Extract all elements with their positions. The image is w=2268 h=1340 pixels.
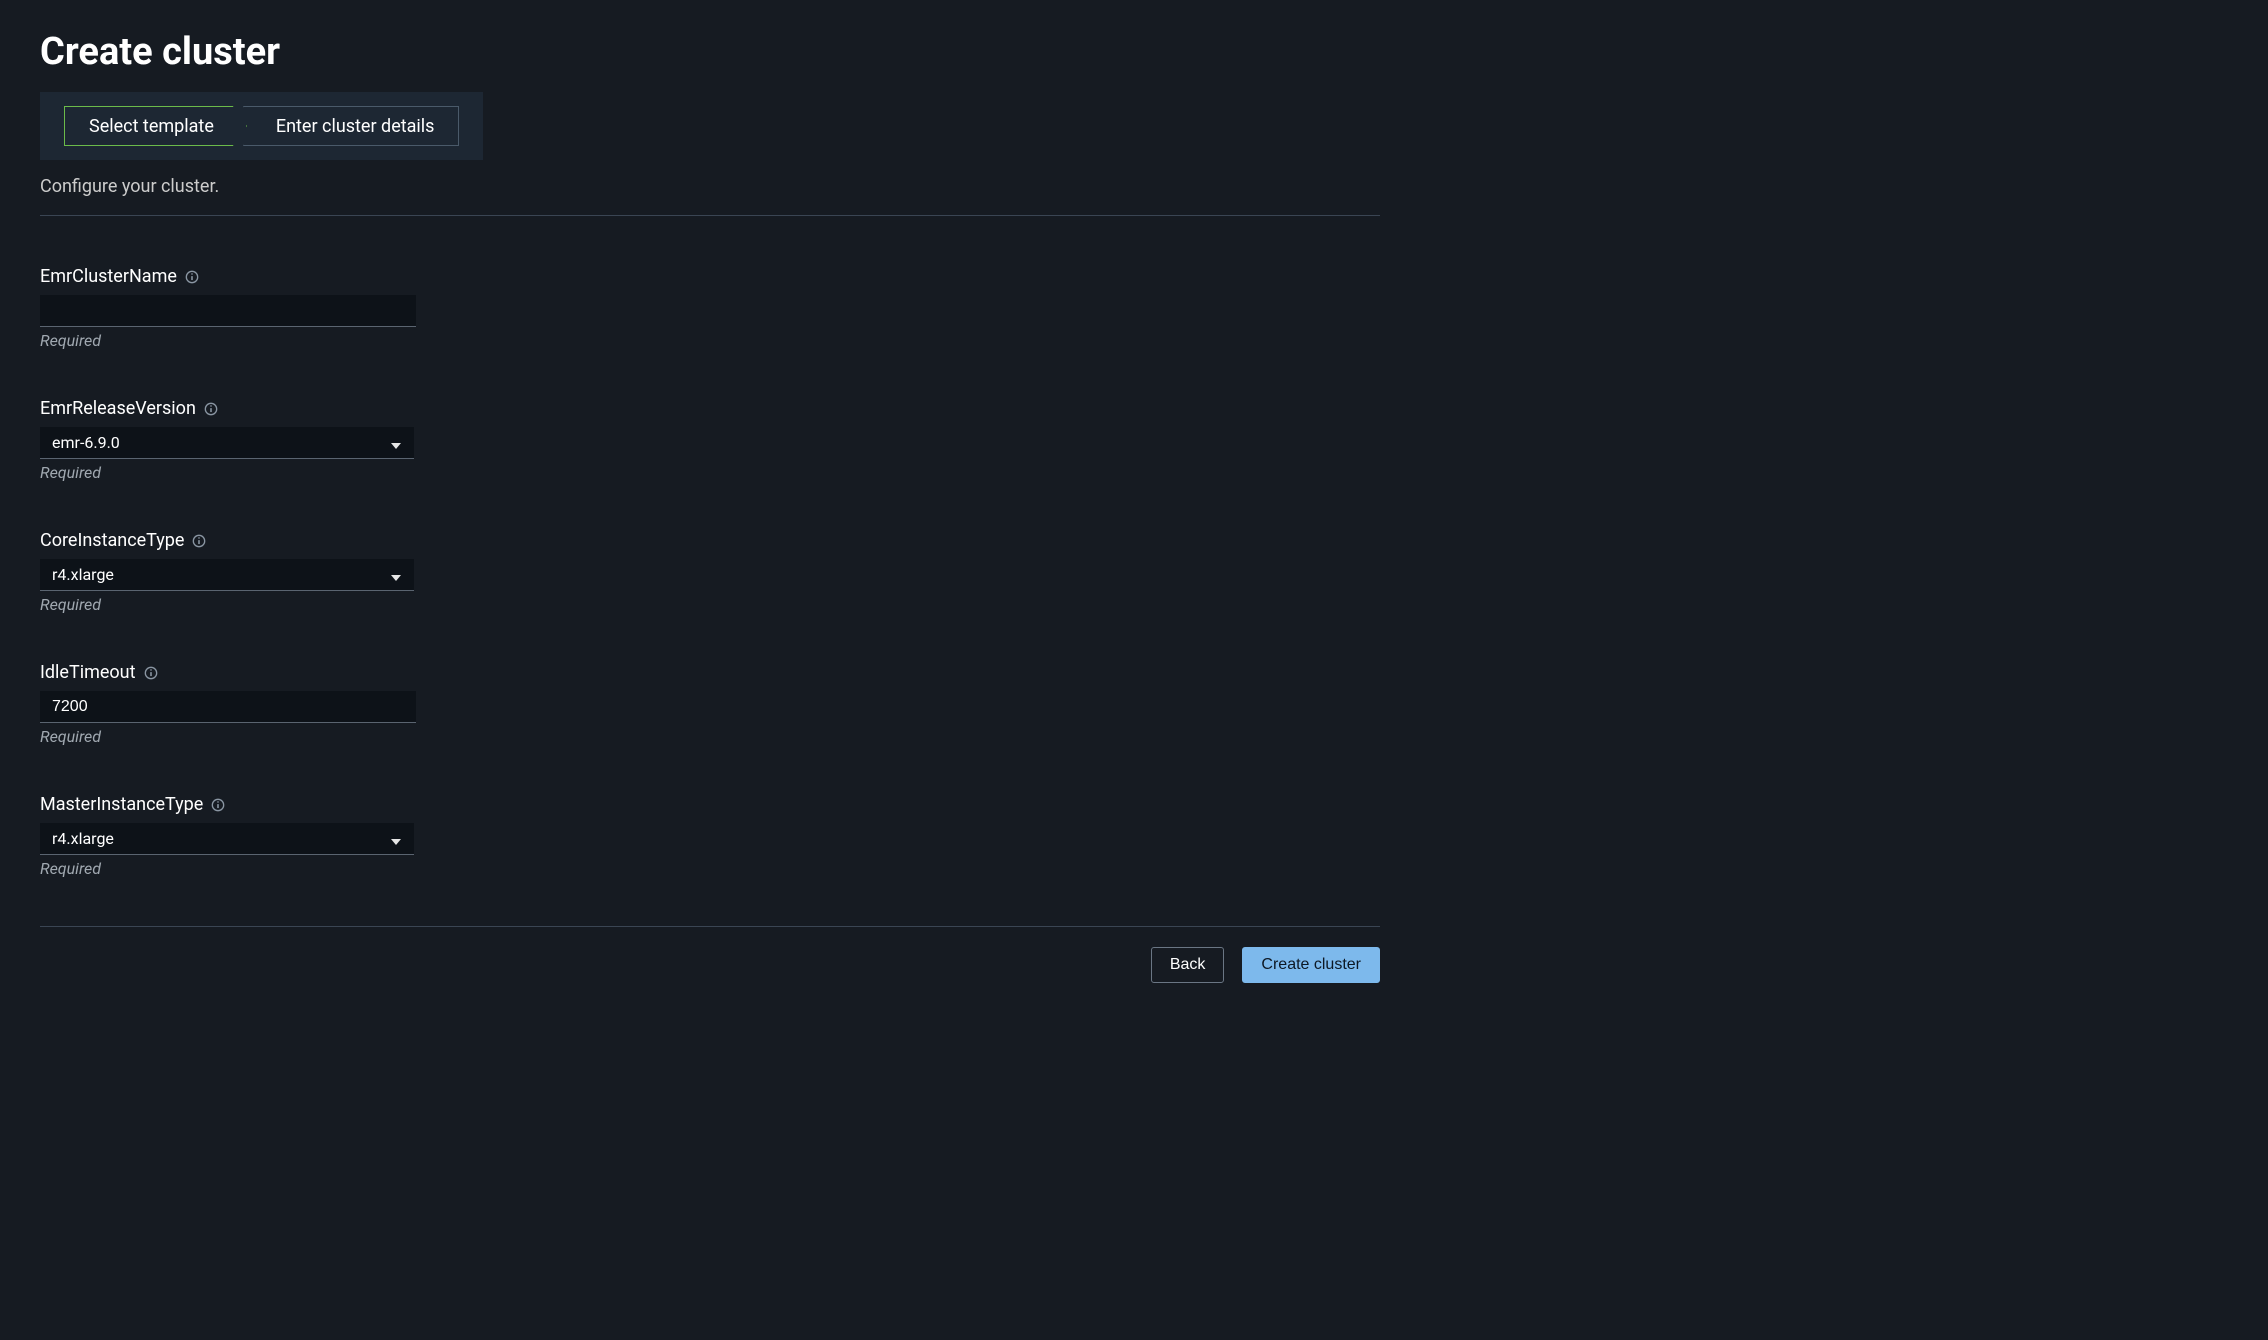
field-emr-release-version: EmrReleaseVersion emr-6.9.0 Required — [40, 398, 1380, 482]
info-icon[interactable] — [185, 270, 199, 284]
create-cluster-button[interactable]: Create cluster — [1242, 947, 1380, 983]
helper-text: Required — [40, 859, 1380, 878]
field-master-instance-type: MasterInstanceType r4.xlarge Required — [40, 794, 1380, 878]
helper-text: Required — [40, 331, 1380, 350]
button-row: Back Create cluster — [40, 947, 1380, 983]
info-icon[interactable] — [204, 402, 218, 416]
page-subtitle: Configure your cluster. — [40, 176, 1380, 197]
field-label: EmrClusterName — [40, 266, 177, 287]
helper-text: Required — [40, 463, 1380, 482]
info-icon[interactable] — [144, 666, 158, 680]
helper-text: Required — [40, 727, 1380, 746]
emr-release-version-select[interactable]: emr-6.9.0 — [40, 427, 414, 459]
back-button[interactable]: Back — [1151, 947, 1225, 983]
page-title: Create cluster — [40, 30, 1380, 74]
step-enter-cluster-details[interactable]: Enter cluster details — [243, 106, 460, 146]
field-label: MasterInstanceType — [40, 794, 203, 815]
field-idle-timeout: IdleTimeout Required — [40, 662, 1380, 746]
divider — [40, 215, 1380, 216]
info-icon[interactable] — [192, 534, 206, 548]
master-instance-type-select[interactable]: r4.xlarge — [40, 823, 414, 855]
divider — [40, 926, 1380, 927]
stepper-container: Select template Enter cluster details — [40, 92, 483, 160]
field-label: IdleTimeout — [40, 662, 136, 683]
stepper: Select template Enter cluster details — [64, 106, 459, 146]
field-label: EmrReleaseVersion — [40, 398, 196, 419]
step-select-template[interactable]: Select template — [64, 106, 247, 146]
field-emr-cluster-name: EmrClusterName Required — [40, 266, 1380, 350]
info-icon[interactable] — [211, 798, 225, 812]
select-value: r4.xlarge — [52, 565, 114, 584]
step-label: Enter cluster details — [276, 116, 435, 137]
step-label: Select template — [89, 116, 214, 137]
field-core-instance-type: CoreInstanceType r4.xlarge Required — [40, 530, 1380, 614]
idle-timeout-input[interactable] — [40, 691, 416, 723]
emr-cluster-name-input[interactable] — [40, 295, 416, 327]
core-instance-type-select[interactable]: r4.xlarge — [40, 559, 414, 591]
select-value: r4.xlarge — [52, 829, 114, 848]
field-label: CoreInstanceType — [40, 530, 184, 551]
helper-text: Required — [40, 595, 1380, 614]
select-value: emr-6.9.0 — [52, 433, 120, 452]
